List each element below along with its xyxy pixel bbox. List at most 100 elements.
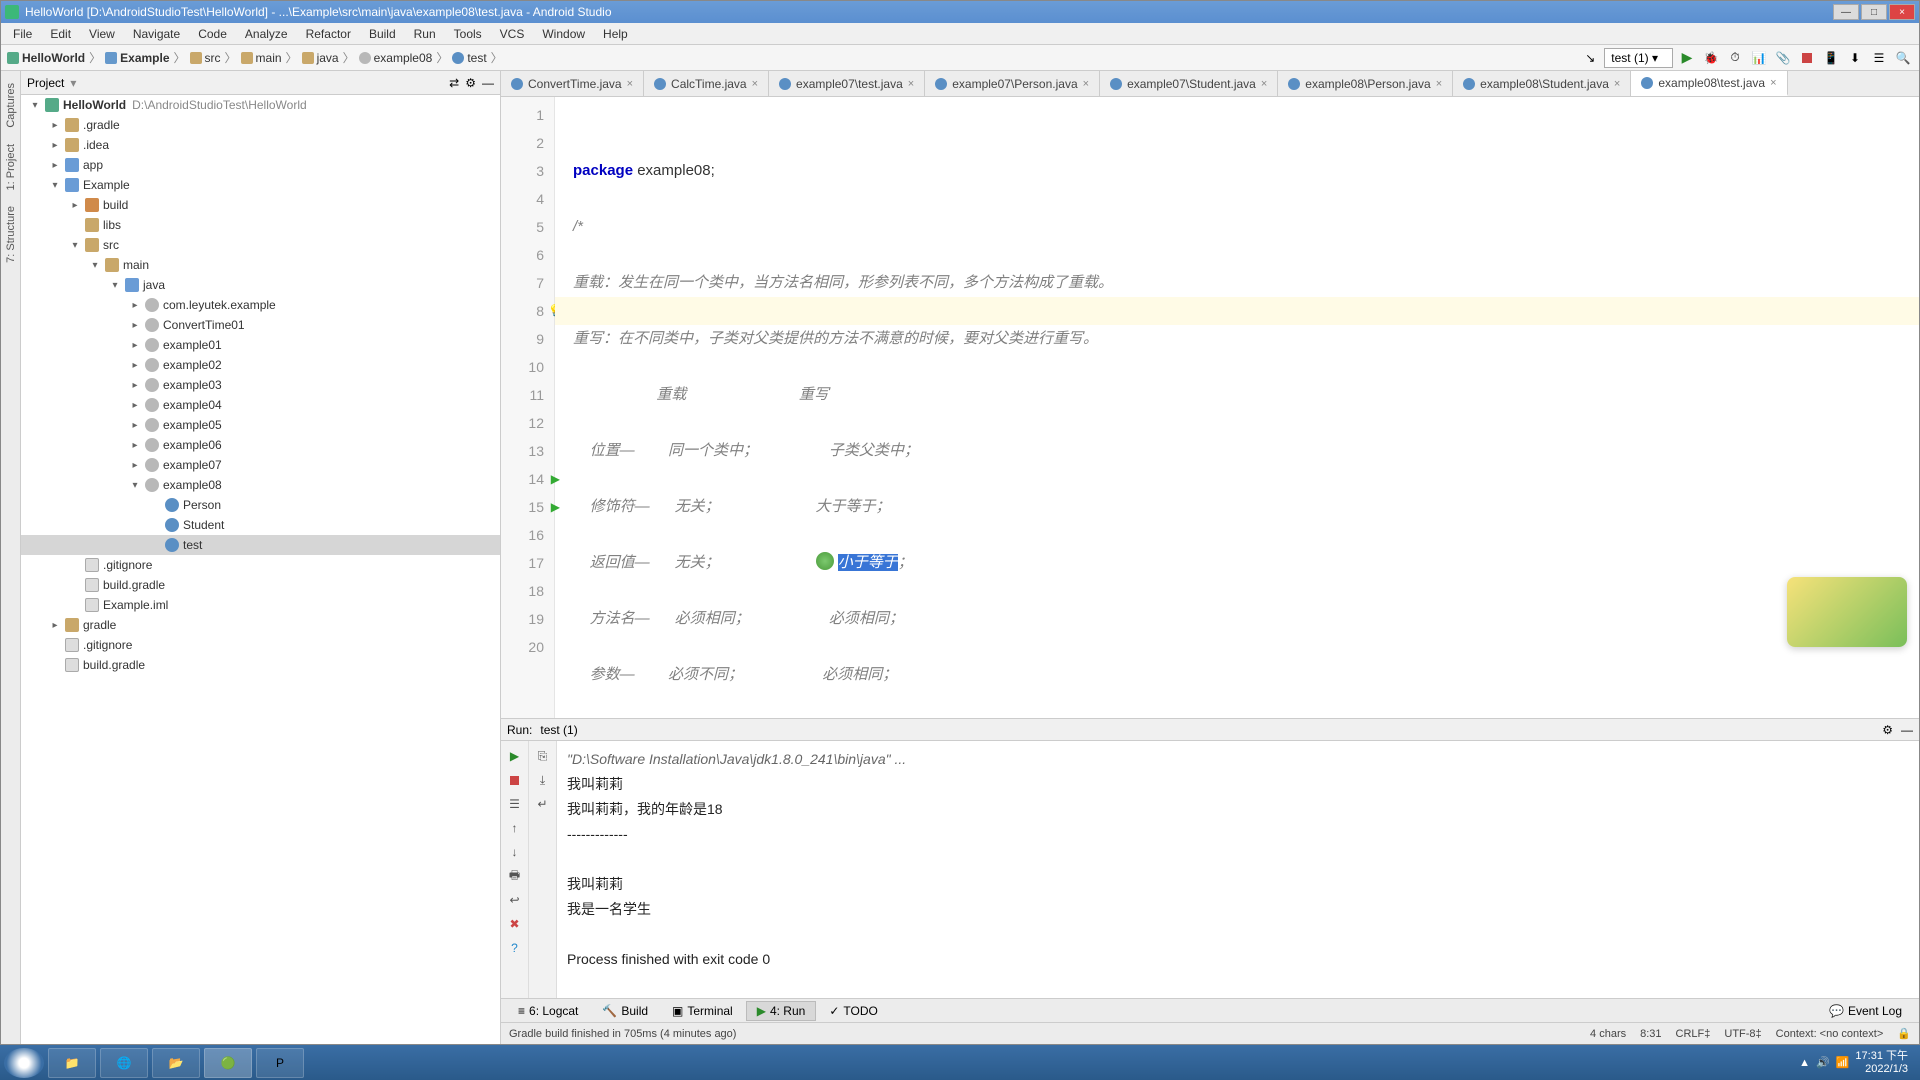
menu-tools[interactable]: Tools: [446, 25, 490, 43]
run-wrap-icon[interactable]: ↩: [506, 891, 524, 909]
project-tree[interactable]: ▾HelloWorldD:\AndroidStudioTest\HelloWor…: [21, 95, 500, 1044]
btab-logcat[interactable]: ≡6: Logcat: [507, 1001, 589, 1021]
menu-code[interactable]: Code: [190, 25, 235, 43]
tree-item[interactable]: ▾main: [21, 255, 500, 275]
tree-item[interactable]: ▸ConvertTime01: [21, 315, 500, 335]
clock[interactable]: 17:31 下午 2022/1/3: [1855, 1050, 1908, 1076]
tree-item[interactable]: ▸build: [21, 195, 500, 215]
run-scroll-icon[interactable]: ⤓: [534, 771, 552, 789]
tree-item[interactable]: ▾src: [21, 235, 500, 255]
run-stop-button[interactable]: [506, 771, 524, 789]
task-chrome[interactable]: 🌐: [100, 1048, 148, 1078]
tree-item[interactable]: Example.iml: [21, 595, 500, 615]
bc-class[interactable]: test: [452, 51, 486, 65]
tab-ex07-test[interactable]: example07\test.java×: [769, 71, 925, 96]
code-area[interactable]: package example08; /* 重载：发生在同一个类中，当方法名相同…: [555, 97, 1919, 718]
run-print-icon[interactable]: 🖶: [506, 867, 524, 885]
menu-refactor[interactable]: Refactor: [298, 25, 359, 43]
tree-item[interactable]: .gitignore: [21, 555, 500, 575]
menu-help[interactable]: Help: [595, 25, 636, 43]
tree-example[interactable]: ▾Example: [21, 175, 500, 195]
run-trash-icon[interactable]: ✖: [506, 915, 524, 933]
status-encoding[interactable]: UTF-8‡: [1724, 1028, 1761, 1040]
run-config-select[interactable]: test (1) ▾: [1604, 48, 1673, 68]
attach-button[interactable]: 📎: [1773, 48, 1793, 68]
menu-analyze[interactable]: Analyze: [237, 25, 296, 43]
run-down-icon[interactable]: ↓: [506, 843, 524, 861]
task-androidstudio[interactable]: 🟢: [204, 1048, 252, 1078]
avd-button[interactable]: 📱: [1821, 48, 1841, 68]
minimize-button[interactable]: —: [1833, 4, 1859, 20]
menu-navigate[interactable]: Navigate: [125, 25, 188, 43]
panel-collapse-icon[interactable]: ⇄: [449, 76, 459, 90]
tree-item[interactable]: ▸com.leyutek.example: [21, 295, 500, 315]
sync-icon[interactable]: ↘: [1580, 48, 1600, 68]
btab-terminal[interactable]: ▣Terminal: [661, 1001, 744, 1021]
bc-pkg[interactable]: example08: [359, 51, 433, 65]
tree-item[interactable]: build.gradle: [21, 655, 500, 675]
btab-build[interactable]: 🔨Build: [591, 1001, 659, 1021]
btab-run[interactable]: ▶4: Run: [746, 1001, 817, 1021]
tree-person[interactable]: Person: [21, 495, 500, 515]
system-tray[interactable]: ▲ 🔊 📶 17:31 下午 2022/1/3: [1799, 1050, 1916, 1076]
tray-icon[interactable]: 🔊: [1816, 1056, 1830, 1069]
tab-ex07-person[interactable]: example07\Person.java×: [925, 71, 1100, 96]
tree-root[interactable]: ▾HelloWorldD:\AndroidStudioTest\HelloWor…: [21, 95, 500, 115]
close-button[interactable]: ×: [1889, 4, 1915, 20]
tree-item[interactable]: ▸.idea: [21, 135, 500, 155]
status-lock-icon[interactable]: 🔒: [1897, 1027, 1911, 1040]
tab-ex08-student[interactable]: example08\Student.java×: [1453, 71, 1631, 96]
tray-icon[interactable]: ▲: [1799, 1057, 1810, 1069]
bc-src[interactable]: src: [190, 51, 221, 65]
menu-build[interactable]: Build: [361, 25, 404, 43]
tree-item[interactable]: ▸example07: [21, 455, 500, 475]
btab-todo[interactable]: ✓TODO: [818, 1001, 889, 1021]
tree-item[interactable]: .gitignore: [21, 635, 500, 655]
edge-captures[interactable]: Captures: [3, 79, 19, 132]
task-app-1[interactable]: 📁: [48, 1048, 96, 1078]
panel-settings-icon[interactable]: ⚙: [465, 76, 476, 90]
tray-icon[interactable]: 📶: [1836, 1056, 1850, 1069]
tree-item[interactable]: ▸example01: [21, 335, 500, 355]
tree-item[interactable]: ▸gradle: [21, 615, 500, 635]
tree-student[interactable]: Student: [21, 515, 500, 535]
sdk-button[interactable]: ⬇: [1845, 48, 1865, 68]
tree-example08[interactable]: ▾example08: [21, 475, 500, 495]
tab-calctime[interactable]: CalcTime.java×: [644, 71, 769, 96]
tree-item[interactable]: ▸.gradle: [21, 115, 500, 135]
profile-button[interactable]: ⏱: [1725, 48, 1745, 68]
tree-item[interactable]: build.gradle: [21, 575, 500, 595]
bc-main[interactable]: main: [241, 51, 282, 65]
menu-window[interactable]: Window: [534, 25, 593, 43]
run-settings-icon[interactable]: ⚙: [1882, 723, 1893, 737]
edge-project[interactable]: 1: Project: [3, 140, 19, 194]
menu-view[interactable]: View: [81, 25, 123, 43]
run-filter-icon[interactable]: ⎘: [534, 747, 552, 765]
tree-item[interactable]: ▸app: [21, 155, 500, 175]
tree-item[interactable]: libs: [21, 215, 500, 235]
debug-button[interactable]: 🐞: [1701, 48, 1721, 68]
tree-test[interactable]: test: [21, 535, 500, 555]
menu-run[interactable]: Run: [406, 25, 444, 43]
task-powerpoint[interactable]: P: [256, 1048, 304, 1078]
menu-file[interactable]: File: [5, 25, 40, 43]
tree-item[interactable]: ▾java: [21, 275, 500, 295]
maximize-button[interactable]: □: [1861, 4, 1887, 20]
start-button[interactable]: [4, 1048, 44, 1078]
tree-item[interactable]: ▸example04: [21, 395, 500, 415]
search-icon[interactable]: 🔍: [1893, 48, 1913, 68]
bc-module[interactable]: Example: [105, 51, 169, 65]
tab-converttime[interactable]: ConvertTime.java×: [501, 71, 644, 96]
run-up-icon[interactable]: ↑: [506, 819, 524, 837]
tree-item[interactable]: ▸example05: [21, 415, 500, 435]
structure-button[interactable]: ☰: [1869, 48, 1889, 68]
edge-structure[interactable]: 7: Structure: [3, 202, 19, 267]
run-hide-icon[interactable]: —: [1901, 723, 1913, 737]
coverage-button[interactable]: 📊: [1749, 48, 1769, 68]
console-output[interactable]: "D:\Software Installation\Java\jdk1.8.0_…: [557, 741, 1919, 998]
tab-ex08-test[interactable]: example08\test.java×: [1631, 71, 1787, 96]
task-explorer[interactable]: 📂: [152, 1048, 200, 1078]
menu-edit[interactable]: Edit: [42, 25, 79, 43]
btab-eventlog[interactable]: 💬Event Log: [1818, 1001, 1913, 1021]
run-help-icon[interactable]: ?: [506, 939, 524, 957]
